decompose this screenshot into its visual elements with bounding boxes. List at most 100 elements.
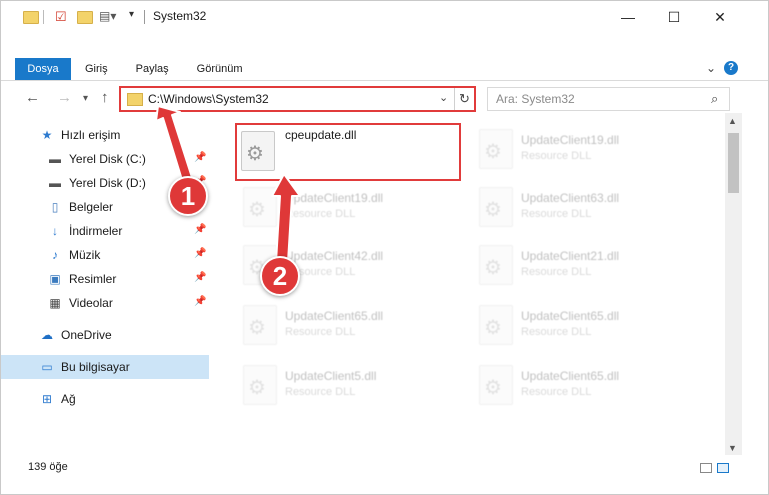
sidebar-item-label: Hızlı erişim xyxy=(61,128,121,142)
tab-file[interactable]: Dosya xyxy=(15,58,71,80)
scroll-thumb[interactable] xyxy=(728,133,739,193)
sidebar-item-label: Yerel Disk (D:) xyxy=(69,176,146,190)
explorer-window: ☑ ▤▾ ▾ System32 — ☐ ✕ Dosya Giriş Paylaş… xyxy=(0,0,769,495)
search-icon[interactable]: ⌕ xyxy=(711,91,718,107)
scroll-up-icon[interactable]: ▲ xyxy=(728,116,737,126)
address-bar[interactable]: C:\Windows\System32 ⌄ ↻ xyxy=(119,86,476,112)
expand-ribbon-icon[interactable]: ⌄ xyxy=(706,61,716,75)
dll-file-icon: ⚙ xyxy=(243,187,277,227)
file-name: UpdateClient65.dll xyxy=(521,309,620,323)
status-bar: 139 öğe xyxy=(1,456,768,478)
pin-icon[interactable]: 📌 xyxy=(194,272,206,283)
sidebar-item-music[interactable]: ♪ Müzik 📌 xyxy=(1,243,209,267)
file-type: Resource DLL xyxy=(285,326,356,338)
tab-view[interactable]: Görünüm xyxy=(183,58,257,80)
network-icon: ⊞ xyxy=(41,392,53,406)
item-count: 139 öğe xyxy=(28,461,68,473)
pin-icon[interactable]: 📌 xyxy=(194,224,206,235)
chevron-down-icon[interactable]: ⌄ xyxy=(439,91,448,104)
close-button[interactable]: ✕ xyxy=(697,1,743,33)
dll-file-icon: ⚙ xyxy=(243,305,277,345)
download-icon: ↓ xyxy=(52,224,58,238)
ribbon-tabs: Dosya Giriş Paylaş Görünüm xyxy=(15,58,257,80)
sidebar-item-videos[interactable]: ▦ Videolar 📌 xyxy=(1,291,209,315)
file-item[interactable]: ⚙ UpdateClient65.dll Resource DLL xyxy=(235,299,455,357)
search-input[interactable]: Ara: System32 xyxy=(496,92,575,106)
file-name: UpdateClient21.dll xyxy=(521,249,620,263)
pin-icon[interactable]: 📌 xyxy=(194,152,206,163)
pin-icon[interactable]: 📌 xyxy=(194,296,206,307)
step-badge-1: 1 xyxy=(168,176,208,216)
file-item[interactable]: ⚙ UpdateClient19.dll Resource DLL xyxy=(471,123,691,181)
drive-icon: ▬ xyxy=(49,176,61,190)
sidebar-item-onedrive[interactable]: ☁ OneDrive xyxy=(1,323,209,347)
file-item[interactable]: ⚙ UpdateClient5.dll Resource DLL xyxy=(235,359,455,417)
sidebar-item-downloads[interactable]: ↓ İndirmeler 📌 xyxy=(1,219,209,243)
file-type: Resource DLL xyxy=(521,150,592,162)
help-icon[interactable]: ? xyxy=(724,61,738,75)
drive-icon: ▬ xyxy=(49,152,61,166)
file-name: UpdateClient63.dll xyxy=(521,191,620,205)
computer-icon: ▭ xyxy=(41,360,53,374)
navigation-pane: ★ Hızlı erişim ▬ Yerel Disk (C:) 📌 ▬ Yer… xyxy=(1,121,211,451)
sidebar-item-local-disk-c[interactable]: ▬ Yerel Disk (C:) 📌 xyxy=(1,147,209,171)
file-item[interactable]: ⚙ UpdateClient65.dll Resource DLL xyxy=(471,359,691,417)
dll-file-icon: ⚙ xyxy=(243,365,277,405)
vertical-scrollbar[interactable]: ▲ ▼ xyxy=(725,113,742,455)
sidebar-item-label: İndirmeler xyxy=(69,224,123,238)
address-divider xyxy=(454,88,455,110)
file-type: Resource DLL xyxy=(521,266,592,278)
refresh-icon[interactable]: ↻ xyxy=(459,91,470,107)
file-item[interactable]: ⚙ UpdateClient65.dll Resource DLL xyxy=(471,299,691,357)
video-icon: ▦ xyxy=(49,296,61,310)
file-item[interactable]: ⚙ UpdateClient63.dll Resource DLL xyxy=(471,181,691,239)
tab-home[interactable]: Giriş xyxy=(71,58,122,80)
music-icon: ♪ xyxy=(52,248,58,262)
file-item-cpeupdate[interactable]: ⚙ cpeupdate.dll xyxy=(235,123,461,181)
dll-file-icon: ⚙ xyxy=(479,245,513,285)
sidebar-item-label: OneDrive xyxy=(61,328,112,342)
dll-file-icon: ⚙ xyxy=(479,365,513,405)
document-icon: ▯ xyxy=(51,200,59,214)
details-view-icon[interactable] xyxy=(700,463,712,473)
step-badge-2: 2 xyxy=(260,256,300,296)
scroll-down-icon[interactable]: ▼ xyxy=(728,443,737,453)
qa-dropdown-icon[interactable]: ▾ xyxy=(129,9,134,25)
maximize-button[interactable]: ☐ xyxy=(651,1,697,33)
back-icon[interactable]: ← xyxy=(25,89,40,106)
file-name: UpdateClient65.dll xyxy=(521,369,620,383)
address-path[interactable]: C:\Windows\System32 xyxy=(148,92,269,106)
file-name: UpdateClient19.dll xyxy=(521,133,620,147)
customize-icon[interactable]: ▤▾ xyxy=(99,9,116,25)
forward-icon[interactable]: → xyxy=(57,89,72,106)
sidebar-item-label: Müzik xyxy=(69,248,101,262)
sidebar-item-label: Belgeler xyxy=(69,200,114,214)
minimize-button[interactable]: — xyxy=(605,1,651,33)
pin-icon[interactable]: 📌 xyxy=(194,248,206,259)
dll-file-icon: ⚙ xyxy=(479,129,513,169)
up-icon[interactable]: ↑ xyxy=(101,89,109,106)
dll-file-icon: ⚙ xyxy=(241,131,275,171)
star-icon: ★ xyxy=(41,128,53,142)
search-box[interactable]: Ara: System32 ⌕ xyxy=(487,87,730,111)
sidebar-item-label: Bu bilgisayar xyxy=(61,360,130,374)
sidebar-item-network[interactable]: ⊞ Ağ xyxy=(1,387,209,411)
cloud-icon: ☁ xyxy=(41,328,53,342)
sidebar-item-this-pc[interactable]: ▭ Bu bilgisayar xyxy=(1,355,209,379)
file-name: UpdateClient5.dll xyxy=(285,369,377,383)
dll-file-icon: ⚙ xyxy=(479,187,513,227)
sidebar-item-quick-access[interactable]: ★ Hızlı erişim xyxy=(1,123,209,147)
window-title: System32 xyxy=(153,9,207,23)
qa-divider xyxy=(43,10,44,24)
file-name: cpeupdate.dll xyxy=(285,128,357,142)
sidebar-item-label: Videolar xyxy=(69,296,113,310)
file-item[interactable]: ⚙ UpdateClient19.dll Resource DLL xyxy=(235,181,455,239)
sidebar-item-pictures[interactable]: ▣ Resimler 📌 xyxy=(1,267,209,291)
properties-icon[interactable]: ☑ xyxy=(55,9,67,25)
title-separator xyxy=(144,10,145,24)
large-icons-view-icon[interactable] xyxy=(717,463,729,473)
recent-locations-icon[interactable]: ▾ xyxy=(83,93,88,104)
file-item[interactable]: ⚙ UpdateClient21.dll Resource DLL xyxy=(471,239,691,297)
dll-file-icon: ⚙ xyxy=(479,305,513,345)
tab-share[interactable]: Paylaş xyxy=(122,58,183,80)
